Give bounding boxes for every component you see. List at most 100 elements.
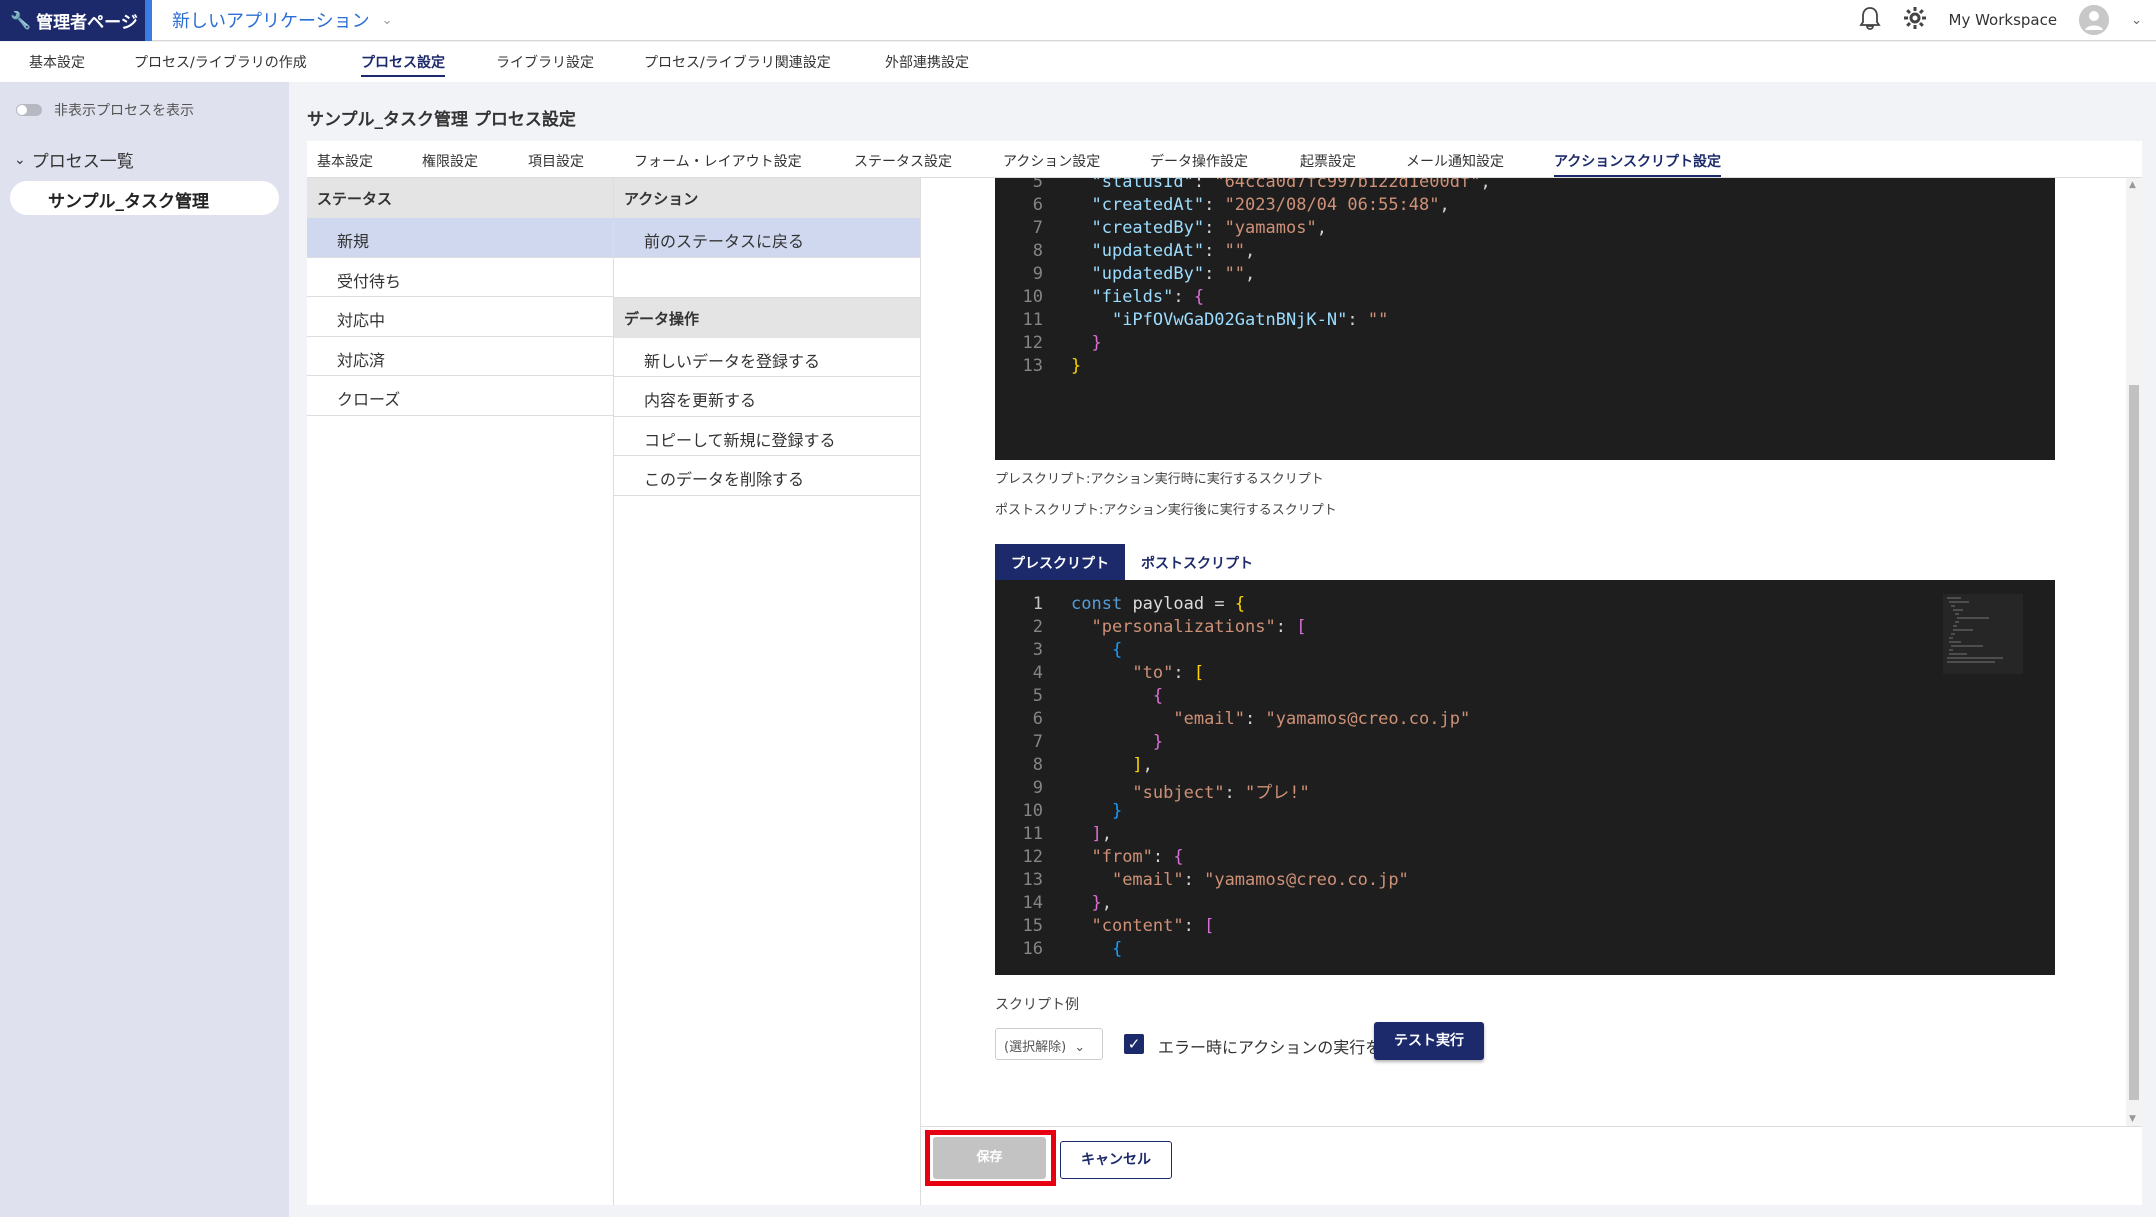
scrollbar-thumb[interactable] [2129,385,2139,1100]
test-run-button[interactable]: テスト実行 [1374,1022,1484,1060]
line-number: 6 [1032,195,1043,215]
code-line: "createdAt": "2023/08/04 06:55:48", [1091,195,1450,215]
code-line: ], [1091,824,1112,844]
tab-basic[interactable]: 基本設定 [317,151,373,171]
script-example-select[interactable]: (選択解除) ⌄ [995,1028,1103,1060]
select-value: (選択解除) [1004,1040,1067,1055]
line-number: 5 [1032,178,1043,192]
code-line: "fields": { [1091,287,1205,307]
code-line: } [1071,356,1082,376]
tab-mail-notification[interactable]: メール通知設定 [1406,151,1504,171]
code-line: "to": [ [1132,663,1205,683]
tab-form-layout[interactable]: フォーム・レイアウト設定 [634,151,802,171]
data-op-update[interactable]: 内容を更新する [614,377,920,417]
code-line: }, [1091,893,1112,913]
cancel-button[interactable]: キャンセル [1060,1141,1172,1179]
status-item-new[interactable]: 新規 [307,218,613,258]
data-op-delete[interactable]: このデータを削除する [614,456,920,496]
nav-item-process-settings[interactable]: プロセス設定 [361,52,445,77]
tab-action[interactable]: アクション設定 [1003,151,1100,171]
status-item-done[interactable]: 対応済 [307,337,613,376]
line-number: 2 [1032,617,1043,637]
code-line: "createdBy": "yamamos", [1091,218,1327,238]
script-editor[interactable]: 1 2 3 4 5 6 7 8 9 10 11 12 13 14 15 16 c… [995,580,2055,975]
code-line: { [1111,640,1123,660]
data-op-copy[interactable]: コピーして新規に登録する [614,417,920,456]
code-line: "content": [ [1091,916,1215,936]
line-number: 14 [1022,893,1043,913]
status-item-closed[interactable]: クローズ [307,376,613,416]
postscript-description: ポストスクリプト:アクション実行後に実行するスクリプト [995,503,1337,518]
nav-item-library-settings[interactable]: ライブラリ設定 [496,52,594,72]
status-item-in-progress[interactable]: 対応中 [307,297,613,337]
sidebar-item-sample-task[interactable]: サンプル_タスク管理 [10,181,279,215]
tab-ticket[interactable]: 起票設定 [1300,151,1356,171]
line-number: 10 [1022,801,1043,821]
tab-data-operation[interactable]: データ操作設定 [1150,151,1248,171]
data-ops-header: データ操作 [614,297,920,338]
tab-fields[interactable]: 項目設定 [528,151,584,171]
line-number: 12 [1022,847,1043,867]
code-line: "statusId": "64cca0d7fc997b122d1e00df", [1091,178,1491,192]
tab-prescript[interactable]: プレスクリプト [995,544,1125,580]
avatar[interactable] [2079,5,2110,35]
nav-item-relation-settings[interactable]: プロセス/ライブラリ関連設定 [644,52,831,72]
footer-actions: 保存 キャンセル [921,1126,2142,1205]
process-list-title: プロセス一覧 [31,152,134,172]
action-column: アクション 前のステータスに戻る データ操作 新しいデータを登録する 内容を更新… [614,178,921,1205]
admin-page-badge[interactable]: 🔧 管理者ページ [0,0,152,41]
line-number: 11 [1022,310,1043,330]
status-column: ステータス 新規 受付待ち 対応中 対応済 クローズ [307,178,614,1205]
nav-item-external-settings[interactable]: 外部連携設定 [885,52,969,72]
status-column-header: ステータス [307,178,613,218]
vertical-scrollbar[interactable]: ▲ ▼ [2126,178,2142,1126]
hidden-process-toggle-row: 非表示プロセスを表示 [16,100,194,120]
page-title: サンプル_タスク管理 プロセス設定 [307,110,576,130]
data-preview-editor[interactable]: 5 6 7 8 9 10 11 12 13 "statusId": "64cca… [995,178,2055,460]
tab-postscript[interactable]: ポストスクリプト [1125,544,1269,580]
code-line: "personalizations": [ [1091,617,1307,637]
wrench-icon: 🔧 [10,10,32,31]
code-line: "iPfOVwGaD02GatnBNjK-N": "" [1111,310,1389,330]
code-line: "from": { [1091,847,1184,867]
admin-page-label: 管理者ページ [36,13,138,33]
bell-icon[interactable] [1858,6,1881,34]
code-line: ], [1132,755,1153,775]
save-button[interactable]: 保存 [933,1137,1046,1179]
script-example-label: スクリプト例 [995,997,1079,1013]
nav-item-basic[interactable]: 基本設定 [29,52,85,72]
data-op-create[interactable]: 新しいデータを登録する [614,338,920,377]
chevron-down-icon[interactable]: ⌄ [2131,13,2142,28]
tab-action-script[interactable]: アクションスクリプト設定 [1554,151,1722,177]
line-number: 9 [1032,264,1043,284]
line-number: 13 [1022,870,1043,890]
chevron-down-icon: ⌄ [14,151,26,168]
line-number: 8 [1032,241,1043,261]
toggle-label: 非表示プロセスを表示 [54,103,194,119]
scroll-down-arrow-icon[interactable]: ▼ [2129,1114,2136,1124]
no-action-on-error-checkbox[interactable]: ✓ [1124,1034,1144,1054]
hidden-process-toggle[interactable] [16,104,42,116]
action-column-header: アクション [614,178,920,218]
gear-icon[interactable] [1903,6,1927,34]
badge-accent-stripe [145,0,152,41]
editor-minimap[interactable] [1943,594,2023,674]
nav-item-create[interactable]: プロセス/ライブラリの作成 [134,52,307,72]
process-list-header[interactable]: ⌄ プロセス一覧 [14,147,134,173]
workspace-label[interactable]: My Workspace [1949,11,2058,29]
code-line: "email": "yamamos@creo.co.jp" [1111,870,1409,890]
line-number: 3 [1032,640,1043,660]
app-selector[interactable]: 新しいアプリケーション ⌄ [172,7,393,33]
line-number: 8 [1032,755,1043,775]
line-number: 4 [1032,663,1043,683]
main-nav: 基本設定 プロセス/ライブラリの作成 プロセス設定 ライブラリ設定 プロセス/ラ… [0,42,2156,82]
line-number: 6 [1032,709,1043,729]
scroll-up-arrow-icon[interactable]: ▲ [2129,180,2136,190]
action-item-back[interactable]: 前のステータスに戻る [614,218,920,258]
script-tabs: プレスクリプト ポストスクリプト [995,544,1269,580]
tab-permissions[interactable]: 権限設定 [422,151,478,171]
tab-status[interactable]: ステータス設定 [854,151,952,171]
code-line: const payload = { [1071,594,1246,614]
status-item-waiting[interactable]: 受付待ち [307,258,613,297]
action-blank-row [614,258,920,298]
